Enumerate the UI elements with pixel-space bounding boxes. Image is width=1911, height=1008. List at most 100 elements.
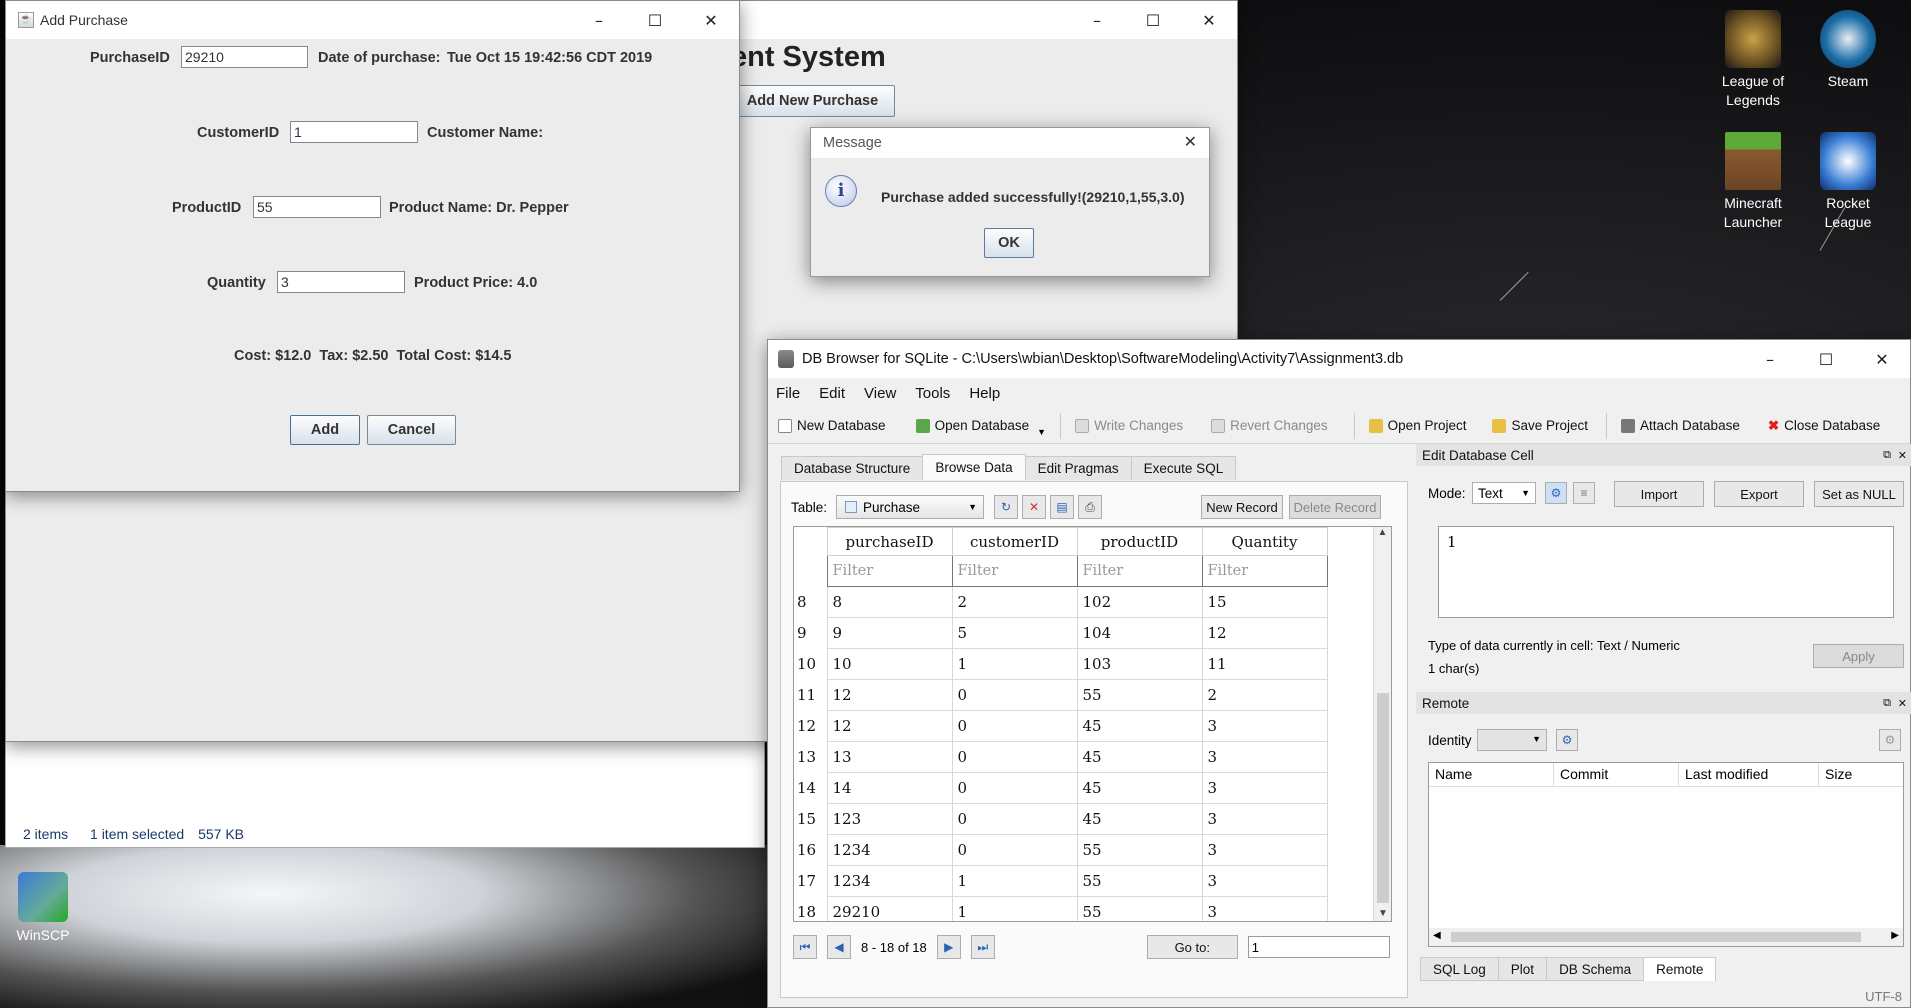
close-icon[interactable]: ✕ — [683, 1, 739, 39]
minimize-icon[interactable]: – — [1069, 1, 1125, 39]
desktop-icon-minecraft-launcher[interactable]: Minecraft Launcher — [1708, 132, 1798, 232]
table-cell[interactable]: 45 — [1076, 710, 1203, 742]
remote-column-commit[interactable]: Commit — [1554, 763, 1679, 786]
save-project-button[interactable]: Save Project — [1492, 418, 1588, 433]
table-cell[interactable]: 9 — [826, 617, 953, 649]
clear-filters-icon[interactable]: ✕ — [1022, 495, 1046, 519]
filter-input[interactable]: Filter — [1076, 555, 1203, 587]
table-cell[interactable]: 15 — [1201, 586, 1328, 618]
remote-column-name[interactable]: Name — [1429, 763, 1554, 786]
table-cell[interactable]: 3 — [1201, 896, 1328, 921]
table-cell[interactable]: 10 — [826, 648, 953, 680]
goto-button[interactable]: Go to: — [1146, 935, 1238, 959]
maximize-icon[interactable]: ☐ — [1125, 1, 1181, 39]
table-cell[interactable]: 14 — [826, 772, 953, 804]
float-panel-icon[interactable]: ⧉ — [1883, 697, 1891, 710]
scroll-left-icon[interactable]: ◀ — [1433, 930, 1441, 941]
row-number[interactable]: 10 — [794, 648, 827, 680]
last-page-icon[interactable]: ⏭ — [970, 935, 995, 959]
table-row[interactable]: 8 8 2 102 15 — [794, 586, 1328, 618]
row-number[interactable]: 16 — [794, 834, 827, 866]
close-icon[interactable]: ✕ — [1181, 1, 1237, 39]
table-row[interactable]: 16 1234 0 55 3 — [794, 834, 1328, 866]
column-header-purchaseid[interactable]: purchaseID — [826, 527, 953, 556]
maximize-icon[interactable]: ☐ — [627, 1, 683, 39]
maximize-icon[interactable]: ☐ — [1798, 340, 1854, 378]
table-row[interactable]: 12 12 0 45 3 — [794, 710, 1328, 742]
row-number[interactable]: 12 — [794, 710, 827, 742]
table-cell[interactable]: 103 — [1076, 648, 1203, 680]
table-cell[interactable]: 3 — [1201, 865, 1328, 897]
add-button[interactable]: Add — [290, 415, 360, 445]
menu-tools[interactable]: Tools — [915, 385, 950, 402]
table-cell[interactable]: 45 — [1076, 772, 1203, 804]
row-number[interactable]: 9 — [794, 617, 827, 649]
product-id-field[interactable] — [253, 196, 381, 218]
table-row[interactable]: 11 12 0 55 2 — [794, 679, 1328, 711]
table-cell[interactable]: 1 — [951, 865, 1078, 897]
column-header-productid[interactable]: productID — [1076, 527, 1203, 556]
quantity-field[interactable] — [277, 271, 405, 293]
auto-switch-mode-icon[interactable]: ⚙ — [1545, 482, 1567, 504]
table-cell[interactable]: 0 — [951, 834, 1078, 866]
filter-input[interactable]: Filter — [951, 555, 1078, 587]
table-cell[interactable]: 3 — [1201, 772, 1328, 804]
table-cell[interactable]: 1 — [951, 648, 1078, 680]
first-page-icon[interactable]: ⏮ — [793, 935, 817, 959]
table-cell[interactable]: 3 — [1201, 710, 1328, 742]
table-cell[interactable]: 0 — [951, 710, 1078, 742]
apply-button[interactable]: Apply — [1813, 644, 1904, 668]
table-cell[interactable]: 55 — [1076, 834, 1203, 866]
scroll-up-icon[interactable]: ▲ — [1374, 527, 1391, 538]
column-header-customerid[interactable]: customerID — [951, 527, 1078, 556]
column-header-quantity[interactable]: Quantity — [1201, 527, 1328, 556]
row-number[interactable]: 8 — [794, 586, 827, 618]
tab-edit-pragmas[interactable]: Edit Pragmas — [1024, 456, 1132, 480]
table-row[interactable]: 18 29210 1 55 3 — [794, 896, 1328, 921]
table-select[interactable]: Purchase ▼ — [836, 495, 984, 519]
cell-editor[interactable]: 1 — [1438, 526, 1894, 618]
identity-settings-icon[interactable]: ⚙ — [1556, 729, 1578, 751]
table-cell[interactable]: 104 — [1076, 617, 1203, 649]
table-row[interactable]: 9 9 5 104 12 — [794, 617, 1328, 649]
open-database-button[interactable]: Open Database — [915, 418, 1029, 433]
table-row[interactable]: 14 14 0 45 3 — [794, 772, 1328, 804]
add-new-purchase-button[interactable]: Add New Purchase — [730, 85, 895, 117]
close-icon[interactable]: ✕ — [1898, 449, 1907, 462]
tab-database-structure[interactable]: Database Structure — [781, 456, 924, 480]
tab-db-schema[interactable]: DB Schema — [1546, 957, 1645, 981]
table-cell[interactable]: 0 — [951, 741, 1078, 773]
row-number[interactable]: 11 — [794, 679, 827, 711]
tab-execute-sql[interactable]: Execute SQL — [1130, 456, 1237, 480]
previous-page-icon[interactable]: ◀ — [827, 935, 851, 959]
remote-hscrollbar[interactable]: ◀ ▶ — [1429, 928, 1903, 946]
table-cell[interactable]: 102 — [1076, 586, 1203, 618]
print-icon[interactable]: ⎙ — [1078, 495, 1102, 519]
delete-record-button[interactable]: Delete Record — [1289, 495, 1381, 519]
new-database-button[interactable]: New Database — [778, 418, 886, 433]
next-page-icon[interactable]: ▶ — [936, 935, 961, 959]
menu-view[interactable]: View — [864, 385, 896, 402]
remote-column-last-modified[interactable]: Last modified — [1679, 763, 1819, 786]
table-cell[interactable]: 45 — [1076, 803, 1203, 835]
minimize-icon[interactable]: – — [571, 1, 627, 39]
close-database-button[interactable]: ✖ Close Database — [1768, 418, 1880, 434]
mode-select[interactable]: Text ▼ — [1472, 482, 1536, 504]
new-record-button[interactable]: New Record — [1201, 495, 1283, 519]
row-number[interactable]: 18 — [794, 896, 827, 921]
filter-input[interactable]: Filter — [826, 555, 953, 587]
table-cell[interactable]: 55 — [1076, 896, 1203, 921]
table-cell[interactable]: 11 — [1201, 648, 1328, 680]
set-as-null-button[interactable]: Set as NULL — [1814, 481, 1904, 507]
chevron-down-icon[interactable]: ▼ — [1037, 427, 1046, 437]
table-cell[interactable]: 0 — [951, 679, 1078, 711]
float-panel-icon[interactable]: ⧉ — [1883, 449, 1891, 462]
desktop-icon-league-of-legends[interactable]: League of Legends — [1708, 10, 1798, 110]
table-cell[interactable]: 2 — [951, 586, 1078, 618]
purchase-id-field[interactable] — [181, 46, 308, 68]
row-number[interactable]: 14 — [794, 772, 827, 804]
table-cell[interactable]: 2 — [1201, 679, 1328, 711]
table-cell[interactable]: 55 — [1076, 679, 1203, 711]
tab-remote[interactable]: Remote — [1643, 957, 1717, 981]
table-cell[interactable]: 0 — [951, 803, 1078, 835]
